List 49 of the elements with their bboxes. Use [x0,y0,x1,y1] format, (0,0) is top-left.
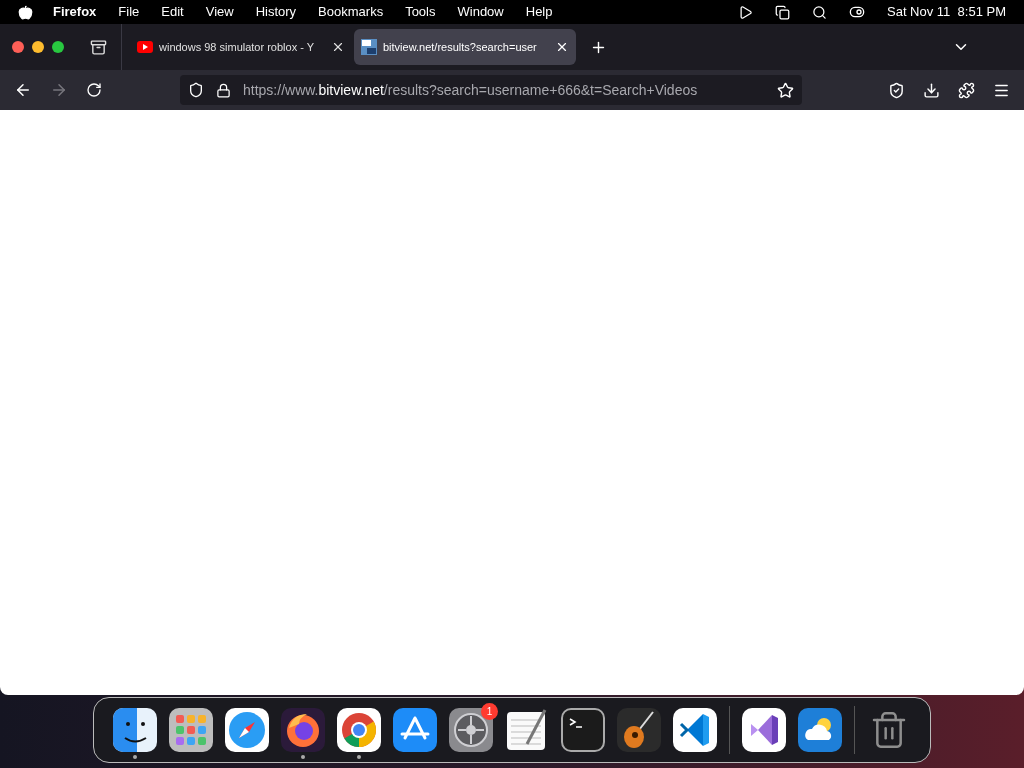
video-play-icon [137,41,153,53]
smiling-face-icon[interactable] [113,708,157,752]
menu-item[interactable]: File [118,2,140,22]
tab-title: windows 98 simulator roblox - Y [159,39,316,55]
guitar-icon[interactable] [617,708,661,752]
windows-icon[interactable] [775,4,790,20]
menu-item[interactable]: Edit [161,2,184,22]
search-icon[interactable] [812,4,827,20]
app-grid-icon[interactable] [169,708,213,752]
fox-globe-icon[interactable] [281,708,325,752]
menu-app-name[interactable]: Firefox [53,2,97,22]
close-tab-icon[interactable] [331,40,345,54]
menu-item[interactable]: View [205,2,234,22]
code-editor-icon[interactable] [673,708,717,752]
close-window-icon[interactable] [12,41,24,53]
menu-item[interactable]: History [255,2,297,22]
close-tab-icon[interactable] [555,40,569,54]
menu-item[interactable]: Bookmarks [318,2,384,22]
minimize-window-icon[interactable] [32,41,44,53]
site-favicon-icon [361,39,377,55]
tab-title: bitview.net/results?search=user [383,39,538,55]
browser-wheel-icon[interactable] [337,708,381,752]
menu-item[interactable]: Tools [405,2,436,22]
maximize-window-icon[interactable] [52,41,64,53]
url-text: https://www.bitview.net/results?search=username+666&t=Search+Videos [243,80,699,100]
lock-icon[interactable] [216,82,231,98]
tab-manager-icon[interactable] [90,38,107,56]
back-icon[interactable] [14,81,32,99]
gear-icon[interactable] [449,708,493,752]
reload-icon[interactable] [86,82,102,98]
terminal-icon[interactable] [561,708,605,752]
compass-icon[interactable] [225,708,269,752]
bookmark-star-icon[interactable] [777,81,794,99]
download-icon[interactable] [923,81,940,99]
address-bar[interactable]: https://www.bitview.net/results?search=username+666&t=Search+Videos [180,75,802,105]
control-center-icon[interactable] [849,4,865,20]
menu-item[interactable]: Window [457,2,504,22]
browser-tab[interactable]: windows 98 simulator roblox - Y [130,29,352,65]
notepad-pen-icon[interactable] [505,708,549,752]
forward-icon[interactable] [50,81,68,99]
browser-tab[interactable]: bitview.net/results?search=user [354,29,576,65]
extensions-icon[interactable] [958,81,975,99]
shield-icon[interactable] [188,82,204,98]
menu-item[interactable]: Help [525,2,553,22]
sun-cloud-icon[interactable] [798,708,842,752]
app-store-icon[interactable] [393,708,437,752]
apple-logo-icon[interactable] [18,4,33,20]
menu-clock[interactable]: Sat Nov 11 8:51 PM [887,2,1006,22]
notification-badge: 1 [481,703,498,720]
